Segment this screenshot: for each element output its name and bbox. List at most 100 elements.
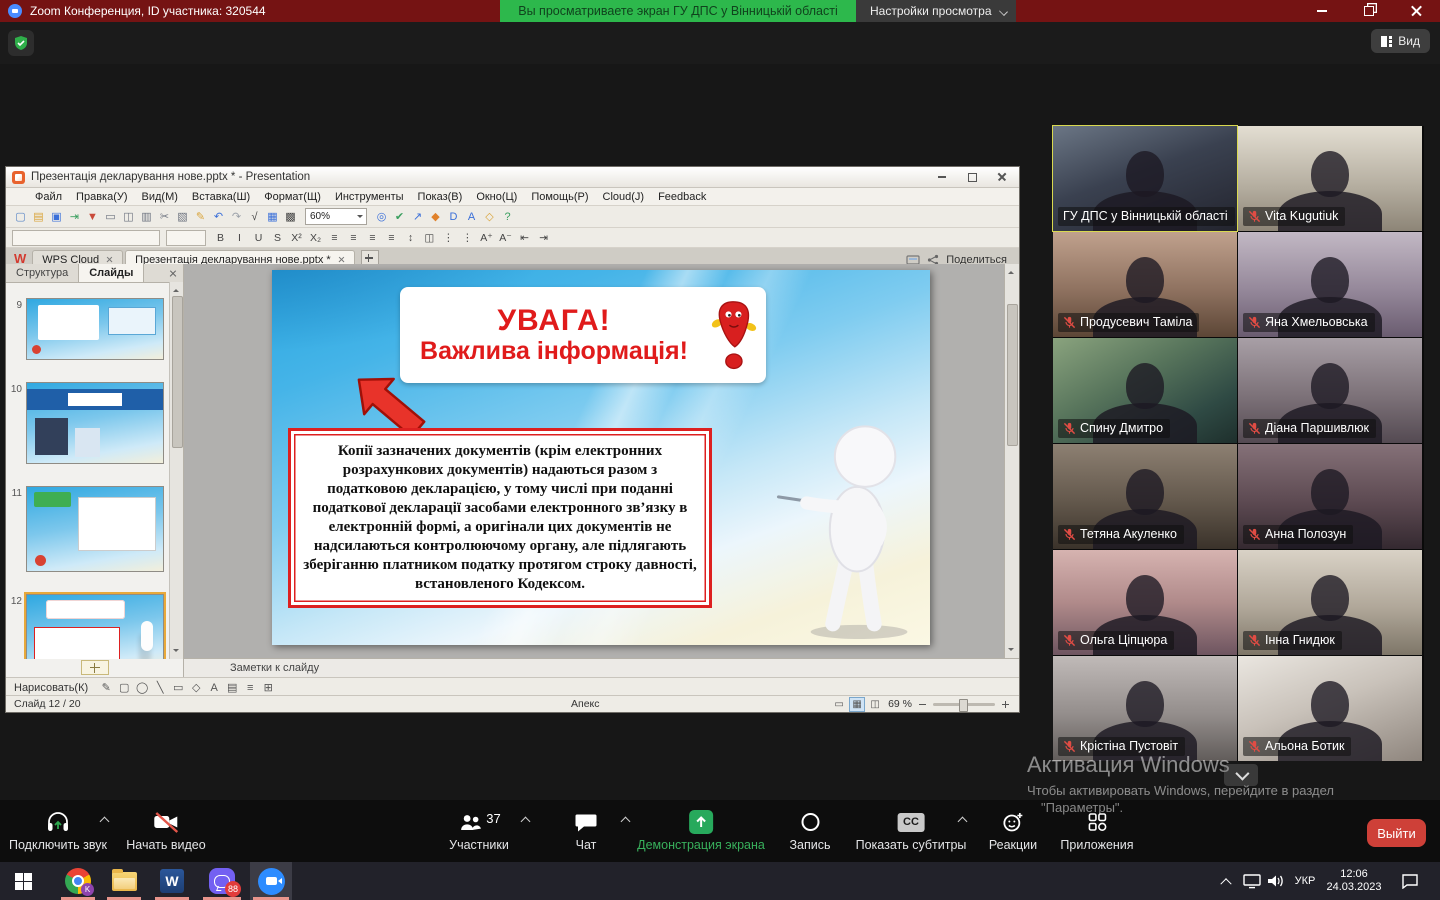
- save-as-icon[interactable]: ⇥: [66, 208, 83, 225]
- align-center-icon[interactable]: ≡: [345, 230, 362, 245]
- scrollbar-thumb[interactable]: [1007, 304, 1018, 446]
- slideshow-view-icon[interactable]: ◫: [867, 697, 883, 712]
- taskbar-chrome-button[interactable]: K: [58, 862, 98, 900]
- participant-tile[interactable]: Ольга Ціпцюра: [1053, 550, 1237, 655]
- menu-item[interactable]: Окно(Ц): [469, 191, 524, 203]
- menu-item[interactable]: Вставка(Ш): [185, 191, 257, 203]
- print-icon[interactable]: ▭: [102, 208, 119, 225]
- share-screen-button[interactable]: Демонстрация экрана: [637, 809, 765, 852]
- gridlines-icon[interactable]: ▩: [282, 208, 299, 225]
- shop-icon[interactable]: ◆: [427, 208, 444, 225]
- find-icon[interactable]: ◎: [373, 208, 390, 225]
- pencil-icon[interactable]: ✎: [98, 680, 114, 696]
- presentation-close-button[interactable]: [995, 171, 1009, 183]
- print-preview-icon[interactable]: ◫: [120, 208, 137, 225]
- participant-tile[interactable]: Тетяна Акуленко: [1053, 444, 1237, 549]
- participant-tile[interactable]: Спину Дмитро: [1053, 338, 1237, 443]
- scroll-down-icon[interactable]: [173, 649, 179, 655]
- participant-tile[interactable]: Vita Kugutiuk: [1238, 126, 1422, 231]
- participant-tile[interactable]: Крістіна Пустовіт: [1053, 656, 1237, 761]
- copy-icon[interactable]: ▥: [138, 208, 155, 225]
- rectangle-icon[interactable]: ▭: [170, 680, 186, 696]
- taskbar-word-button[interactable]: W: [152, 862, 192, 900]
- menu-item[interactable]: Показ(В): [411, 191, 470, 203]
- menu-item[interactable]: Cloud(J): [596, 191, 652, 203]
- draw-label[interactable]: Нарисовать(К): [14, 682, 88, 694]
- view-layout-button[interactable]: Вид: [1371, 29, 1430, 53]
- participant-tile[interactable]: Анна Полозун: [1238, 444, 1422, 549]
- slide-notes-bar[interactable]: Заметки к слайду: [184, 658, 1019, 677]
- participant-tile[interactable]: Альона Ботик: [1238, 656, 1422, 761]
- slide-editing-area[interactable]: УВАГА! Важлива інформація!: [184, 264, 1019, 658]
- columns-icon[interactable]: ◫: [421, 230, 438, 245]
- table-icon[interactable]: ▦: [264, 208, 281, 225]
- tray-expand-chevron[interactable]: [1216, 862, 1236, 900]
- participant-tile[interactable]: ГУ ДПС у Вінницькій області: [1053, 126, 1237, 231]
- start-button[interactable]: [0, 862, 46, 900]
- start-video-button[interactable]: Начать видео: [126, 809, 205, 852]
- participant-tile[interactable]: Діана Паршивлюк: [1238, 338, 1422, 443]
- participant-tile[interactable]: Яна Хмельовська: [1238, 232, 1422, 337]
- participant-tile[interactable]: Продусевич Таміла: [1053, 232, 1237, 337]
- menu-item[interactable]: Вид(М): [135, 191, 185, 203]
- menu-item[interactable]: Формат(Щ): [257, 191, 328, 203]
- formula-icon[interactable]: √: [246, 208, 263, 225]
- font-name-combo[interactable]: [12, 230, 160, 246]
- insert-table-icon[interactable]: ⊞: [260, 680, 276, 696]
- slide-sorter-view-icon[interactable]: ▦: [849, 697, 865, 712]
- save-icon[interactable]: ▣: [48, 208, 65, 225]
- taskbar-zoom-button[interactable]: [250, 862, 292, 900]
- view-settings-button[interactable]: Настройки просмотра: [856, 0, 1016, 22]
- help-icon[interactable]: ?: [499, 208, 516, 225]
- fill-color-icon[interactable]: ▤: [224, 680, 240, 696]
- participants-scroll-down-button[interactable]: [1224, 764, 1258, 786]
- captions-options-chevron[interactable]: [958, 816, 968, 824]
- normal-view-icon[interactable]: ▭: [831, 697, 847, 712]
- indent-increase-icon[interactable]: ⇥: [535, 230, 552, 245]
- ellipse-icon[interactable]: ◯: [134, 680, 150, 696]
- slide-thumbnail[interactable]: [26, 486, 164, 572]
- scroll-up-icon[interactable]: [1008, 268, 1014, 274]
- underline-icon[interactable]: U: [250, 230, 267, 245]
- indent-decrease-icon[interactable]: ⇤: [516, 230, 533, 245]
- slide-canvas[interactable]: УВАГА! Важлива інформація!: [272, 270, 930, 645]
- close-tab-icon[interactable]: [106, 256, 113, 263]
- justify-icon[interactable]: ≡: [383, 230, 400, 245]
- gift-icon[interactable]: ◇: [481, 208, 498, 225]
- scroll-down-icon[interactable]: [1008, 648, 1014, 654]
- subscript-icon[interactable]: X₂: [307, 230, 324, 245]
- keyboard-language-indicator[interactable]: УКР: [1290, 862, 1320, 900]
- font-size-combo[interactable]: [166, 230, 206, 246]
- participants-button[interactable]: 37 Участники: [449, 809, 509, 852]
- participant-tile[interactable]: Інна Гнидюк: [1238, 550, 1422, 655]
- tab-structure[interactable]: Структура: [6, 264, 79, 282]
- bold-icon[interactable]: B: [212, 230, 229, 245]
- close-panel-icon[interactable]: [169, 269, 177, 277]
- scroll-up-icon[interactable]: [173, 286, 179, 292]
- taskbar-clock[interactable]: 12:06 24.03.2023: [1324, 862, 1384, 900]
- menu-item[interactable]: Feedback: [651, 191, 713, 203]
- font-decrease-icon[interactable]: A⁻: [497, 230, 514, 245]
- reactions-button[interactable]: Реакции: [989, 809, 1037, 852]
- apps-button[interactable]: Приложения: [1060, 809, 1133, 852]
- assistant-icon[interactable]: A: [463, 208, 480, 225]
- line-color-icon[interactable]: ≡: [242, 680, 258, 696]
- zoom-combo[interactable]: 60%: [305, 208, 367, 225]
- paste-icon[interactable]: ▧: [174, 208, 191, 225]
- open-folder-icon[interactable]: ▤: [30, 208, 47, 225]
- slide-thumbnail-row[interactable]: 9: [6, 298, 170, 360]
- tab-slides[interactable]: Слайды: [79, 264, 144, 282]
- textbox-icon[interactable]: A: [206, 680, 222, 696]
- zoom-in-button[interactable]: [1000, 699, 1011, 710]
- format-painter-icon[interactable]: ✎: [192, 208, 209, 225]
- slide-thumbnail[interactable]: [26, 594, 164, 659]
- slide-thumbnail[interactable]: [26, 382, 164, 464]
- volume-tray-icon[interactable]: [1264, 862, 1288, 900]
- taskbar-explorer-button[interactable]: [104, 862, 144, 900]
- strikethrough-icon[interactable]: S: [269, 230, 286, 245]
- spellcheck-icon[interactable]: ✔: [391, 208, 408, 225]
- select-shape-icon[interactable]: ▢: [116, 680, 132, 696]
- bullets-icon[interactable]: ⋮: [440, 230, 457, 245]
- italic-icon[interactable]: I: [231, 230, 248, 245]
- meeting-info-shield-button[interactable]: [8, 30, 34, 56]
